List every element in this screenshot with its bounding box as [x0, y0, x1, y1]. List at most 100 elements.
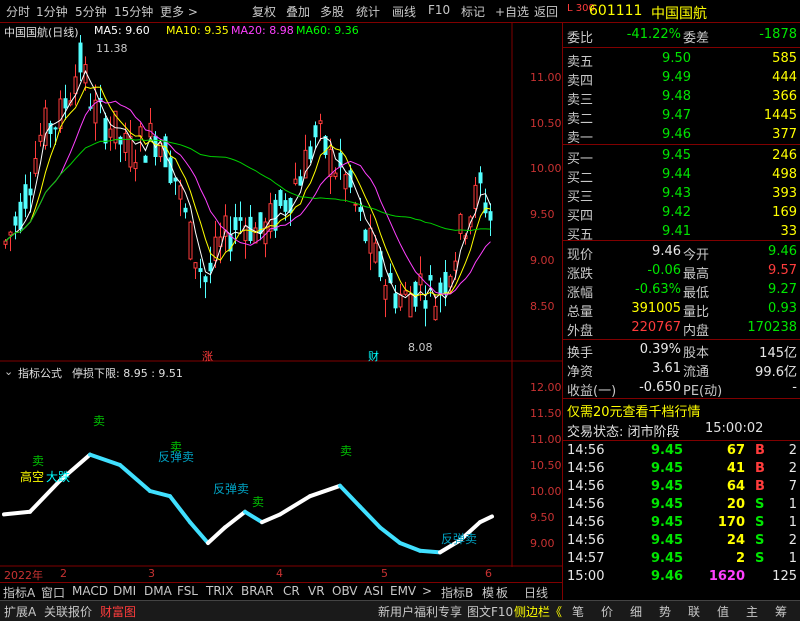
webi-label: 委比: [567, 31, 594, 46]
buy-order-row: 买四 9.42 169: [563, 204, 800, 224]
tab-asi[interactable]: ASI: [364, 584, 383, 598]
sell-order-row: 卖三 9.48 366: [563, 88, 800, 108]
candle-body: [18, 201, 23, 230]
tb-1min[interactable]: 1分钟: [36, 3, 68, 20]
date-label: 2: [60, 567, 67, 580]
order-label: 卖三: [567, 93, 594, 108]
tab-dmi[interactable]: DMI: [113, 584, 136, 598]
promo-text[interactable]: 仅需20元查看千档行情: [567, 401, 701, 420]
date-label: 6: [485, 567, 492, 580]
tick-count: 7: [788, 479, 797, 494]
webi-value: -41.22%: [626, 27, 681, 42]
candle-body: [253, 227, 258, 244]
tab-window[interactable]: 窗口: [41, 584, 65, 601]
candle-body: [188, 221, 193, 260]
status-shi[interactable]: 势: [659, 603, 671, 620]
candle-body: [433, 305, 438, 321]
candle-body: [478, 172, 483, 184]
indicator-segment: [88, 452, 122, 467]
tab-obv[interactable]: OBV: [332, 584, 358, 598]
indicator-menu-icon[interactable]: ⌄: [4, 365, 13, 378]
tick-time: 14:57: [567, 551, 605, 566]
tb-fenshi[interactable]: 分时: [6, 3, 30, 20]
tab-ban[interactable]: 板: [496, 584, 508, 601]
tick-price: 9.45: [651, 515, 684, 530]
stock-name[interactable]: 中国国航: [651, 3, 707, 23]
indicator-chart[interactable]: ⌄ 指标公式 停损下限: 8.95 : 9.51 12.00 11.50 11.…: [0, 362, 562, 567]
tab-trix[interactable]: TRIX: [206, 584, 233, 598]
tick-count: 1: [788, 551, 797, 566]
tb-tongji[interactable]: 统计: [356, 3, 380, 20]
status-new-user[interactable]: 新用户福利专享: [378, 603, 462, 620]
status-expand[interactable]: 扩展A: [4, 603, 36, 620]
status-chou[interactable]: 筹: [775, 603, 787, 620]
status-wealth-chart[interactable]: 财富图: [100, 603, 136, 620]
tb-biaoji[interactable]: 标记: [461, 3, 485, 20]
dadie-label: 大跌: [46, 470, 71, 484]
tab-cr[interactable]: CR: [283, 584, 300, 598]
candle-body: [118, 136, 123, 145]
tick-time: 14:56: [567, 479, 605, 494]
tb-more[interactable]: 更多 >: [160, 3, 198, 20]
tab-more-arrow[interactable]: >: [422, 584, 432, 598]
stat-value: -: [792, 380, 797, 395]
status-sidebar[interactable]: 侧边栏《: [514, 603, 562, 620]
indicator-segment: [358, 504, 382, 530]
tb-f10[interactable]: F10: [428, 3, 450, 17]
tab-emv[interactable]: EMV: [390, 584, 416, 598]
stat-row: 净资 3.61 流通 99.6亿: [563, 360, 800, 380]
tab-mo[interactable]: 模: [482, 584, 494, 601]
status-xi[interactable]: 细: [630, 603, 642, 620]
stat-value: 220767: [631, 320, 681, 335]
tb-zixuan[interactable]: +自选: [495, 3, 529, 20]
indicator-title[interactable]: 指标公式: [18, 365, 62, 381]
tab-daily[interactable]: 日线: [524, 584, 548, 601]
candle-body: [138, 126, 143, 137]
tab-dma[interactable]: DMA: [144, 584, 172, 598]
candle-body: [353, 203, 358, 206]
stat-row: 现价 9.46 今开 9.46: [563, 243, 800, 263]
stat-row: 总量 391005 量比 0.93: [563, 300, 800, 320]
tab-fsl[interactable]: FSL: [177, 584, 198, 598]
order-volume: 393: [772, 186, 797, 201]
stat-label: PE(动): [683, 384, 723, 399]
tab-macd[interactable]: MACD: [72, 584, 108, 598]
sell-order-row: 卖一 9.46 377: [563, 126, 800, 146]
tick-volume: 170: [717, 515, 745, 530]
tick-time: 14:56: [567, 461, 605, 476]
tb-15min[interactable]: 15分钟: [114, 3, 153, 20]
kline-high-label: 11.38: [96, 42, 128, 55]
status-lian[interactable]: 联: [688, 603, 700, 620]
status-zhu[interactable]: 主: [746, 603, 758, 620]
itick-5: 9.50: [530, 511, 555, 524]
status-jia[interactable]: 价: [601, 603, 613, 620]
tab-vr[interactable]: VR: [308, 584, 325, 598]
status-f10[interactable]: 图文F10: [467, 603, 513, 620]
tick-time: 14:56: [567, 515, 605, 530]
tick-count: 2: [788, 533, 797, 548]
tick-row: 14:57 9.45 2 S 1: [563, 550, 800, 569]
tb-duogu[interactable]: 多股: [320, 3, 344, 20]
status-bi[interactable]: 笔: [572, 603, 584, 620]
stat-value: 0.39%: [639, 342, 681, 357]
tb-fanhui[interactable]: 返回: [534, 3, 558, 20]
tb-5min[interactable]: 5分钟: [75, 3, 107, 20]
tb-fuquan[interactable]: 复权: [252, 3, 276, 20]
candle-body: [368, 227, 373, 254]
status-related-quote[interactable]: 关联报价: [44, 603, 92, 620]
tab-zhibiao-a[interactable]: 指标A: [3, 584, 35, 601]
rebound-sell-label: 反弹卖: [213, 482, 250, 496]
candle-body: [23, 184, 28, 209]
tick-flag: B: [755, 461, 765, 476]
tb-diejia[interactable]: 叠加: [286, 3, 310, 20]
tb-huaxian[interactable]: 画线: [392, 3, 416, 20]
stock-code[interactable]: 601111: [589, 3, 642, 19]
tab-zhibiao-b[interactable]: 指标B: [441, 584, 473, 601]
kline-chart[interactable]: 中国国航(日线) MA5: 9.60 MA10: 9.35 MA20: 8.98…: [0, 22, 562, 363]
promo-row[interactable]: 仅需20元查看千档行情: [563, 400, 800, 420]
stat-value: 9.57: [768, 263, 797, 278]
indicator-svg: [0, 362, 562, 567]
status-zhi[interactable]: 值: [717, 603, 729, 620]
order-label: 买三: [567, 190, 594, 205]
tab-brar[interactable]: BRAR: [241, 584, 274, 598]
